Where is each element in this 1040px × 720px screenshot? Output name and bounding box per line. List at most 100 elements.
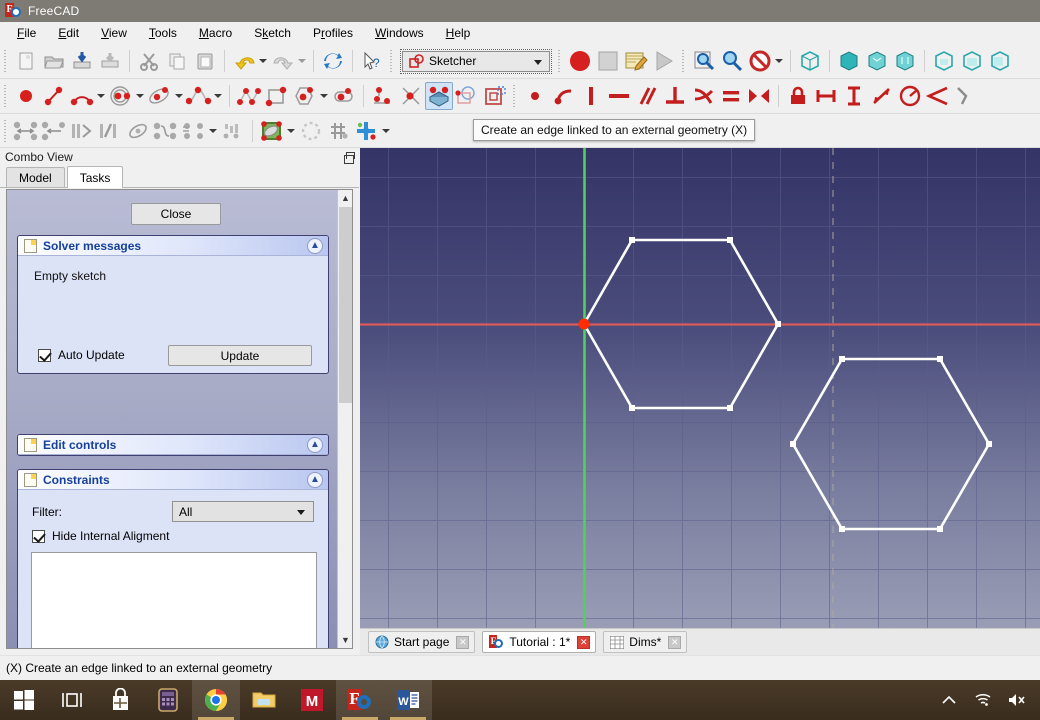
constrain-tangent-icon[interactable] xyxy=(689,82,717,110)
macro-edit-icon[interactable] xyxy=(622,47,650,75)
update-button[interactable]: Update xyxy=(168,345,312,366)
solver-messages-header[interactable]: Solver messages ▲ xyxy=(18,236,328,256)
toolbar-grip[interactable] xyxy=(388,50,395,72)
menu-edit[interactable]: Edit xyxy=(47,23,90,43)
right-view-icon[interactable] xyxy=(891,47,919,75)
viewport-canvas[interactable] xyxy=(360,148,1040,628)
mendeley-button[interactable]: M xyxy=(288,680,336,720)
word-button[interactable]: W xyxy=(384,680,432,720)
network-button[interactable] xyxy=(966,680,1000,720)
conic-dropdown-icon[interactable] xyxy=(174,82,185,110)
menu-tools[interactable]: Tools xyxy=(138,23,188,43)
constrain-coincident-icon[interactable] xyxy=(521,82,549,110)
undock-icon[interactable] xyxy=(342,152,353,163)
create-fillet-icon[interactable] xyxy=(369,82,397,110)
hide-internal-alignment-checkbox[interactable] xyxy=(32,530,45,543)
constrain-angle-icon[interactable] xyxy=(924,82,952,110)
bottom-view-icon[interactable] xyxy=(958,47,986,75)
redo-icon[interactable] xyxy=(269,47,297,75)
create-circle-icon[interactable] xyxy=(107,82,135,110)
constrain-point-on-object-icon[interactable] xyxy=(549,82,577,110)
select-redundant-constraints-icon[interactable] xyxy=(124,117,152,145)
toolbar-grip[interactable] xyxy=(556,50,563,72)
new-document-icon[interactable] xyxy=(12,47,40,75)
calculator-button[interactable] xyxy=(144,680,192,720)
menu-help[interactable]: Help xyxy=(435,23,482,43)
rendering-order-icon[interactable] xyxy=(325,117,353,145)
toolbar-grip[interactable] xyxy=(2,120,9,142)
constrain-equal-icon[interactable] xyxy=(717,82,745,110)
virtual-space-dropdown-icon[interactable] xyxy=(381,117,392,145)
select-horizontal-axis-icon[interactable] xyxy=(68,117,96,145)
menu-sketch[interactable]: Sketch xyxy=(243,23,302,43)
volume-button[interactable] xyxy=(1000,680,1034,720)
chevron-up-icon[interactable]: ▲ xyxy=(307,472,323,488)
tab-model[interactable]: Model xyxy=(6,167,65,187)
undo-icon[interactable] xyxy=(230,47,258,75)
undo-dropdown-icon[interactable] xyxy=(258,47,269,75)
show-hidden-icons-button[interactable] xyxy=(932,680,966,720)
virtual-space-icon[interactable] xyxy=(353,117,381,145)
create-rectangle-icon[interactable] xyxy=(263,82,291,110)
close-icon[interactable]: ✕ xyxy=(668,636,681,649)
select-vertical-axis-icon[interactable] xyxy=(96,117,124,145)
print-document-icon[interactable] xyxy=(96,47,124,75)
macro-record-icon[interactable] xyxy=(566,47,594,75)
close-icon[interactable]: ✕ xyxy=(456,636,469,649)
freecad-button[interactable]: F xyxy=(336,680,384,720)
create-conic-icon[interactable] xyxy=(146,82,174,110)
select-elements-with-constraints-icon[interactable] xyxy=(12,117,40,145)
constrain-snell-law-icon[interactable] xyxy=(952,82,980,110)
select-conflicting-constraints-icon[interactable] xyxy=(152,117,180,145)
toolbar-grip[interactable] xyxy=(2,85,9,107)
constrain-vertical-icon[interactable] xyxy=(577,82,605,110)
close-button[interactable]: Close xyxy=(131,203,221,225)
create-slot-icon[interactable] xyxy=(330,82,358,110)
constrain-symmetric-icon[interactable] xyxy=(745,82,773,110)
create-bspline-icon[interactable] xyxy=(185,82,213,110)
front-view-icon[interactable] xyxy=(835,47,863,75)
external-geometry-icon[interactable] xyxy=(425,82,453,110)
scroll-up-button[interactable]: ▲ xyxy=(338,190,353,206)
macro-stop-icon[interactable] xyxy=(594,47,622,75)
arc-dropdown-icon[interactable] xyxy=(96,82,107,110)
create-polyline-icon[interactable] xyxy=(235,82,263,110)
constrain-distance-icon[interactable] xyxy=(868,82,896,110)
draw-style-icon[interactable] xyxy=(746,47,774,75)
macro-execute-icon[interactable] xyxy=(650,47,678,75)
menu-file[interactable]: File xyxy=(6,23,47,43)
file-explorer-button[interactable] xyxy=(240,680,288,720)
top-view-icon[interactable] xyxy=(863,47,891,75)
microsoft-store-button[interactable] xyxy=(96,680,144,720)
constrain-radius-icon[interactable] xyxy=(896,82,924,110)
select-elements-associated-icon[interactable] xyxy=(180,117,208,145)
draw-style-dropdown-icon[interactable] xyxy=(774,47,785,75)
left-view-icon[interactable] xyxy=(986,47,1014,75)
select-dropdown-icon[interactable] xyxy=(208,117,219,145)
toggle-grid-icon[interactable] xyxy=(258,117,286,145)
menu-bar[interactable]: File Edit View Tools Macro Sketch Profil… xyxy=(0,22,1040,44)
constrain-parallel-icon[interactable] xyxy=(633,82,661,110)
paste-icon[interactable] xyxy=(191,47,219,75)
edit-controls-header[interactable]: Edit controls ▲ xyxy=(18,435,328,455)
chevron-up-icon[interactable]: ▲ xyxy=(307,437,323,453)
whats-this-icon[interactable]: ? xyxy=(358,47,386,75)
create-line-icon[interactable] xyxy=(40,82,68,110)
refresh-icon[interactable] xyxy=(319,47,347,75)
menu-profiles[interactable]: Profiles xyxy=(302,23,364,43)
constrain-block-icon[interactable] xyxy=(784,82,812,110)
scroll-down-button[interactable]: ▼ xyxy=(338,632,353,648)
filter-select[interactable]: All xyxy=(172,501,314,522)
create-point-icon[interactable] xyxy=(12,82,40,110)
3d-viewport[interactable] xyxy=(360,148,1040,628)
fit-all-icon[interactable] xyxy=(690,47,718,75)
auto-update-row[interactable]: Auto Update xyxy=(38,348,125,362)
hide-internal-alignment-row[interactable]: Hide Internal Aligment xyxy=(32,529,318,543)
grid-dropdown-icon[interactable] xyxy=(286,117,297,145)
document-tab-start-page[interactable]: Start page ✕ xyxy=(368,631,475,653)
start-button[interactable] xyxy=(0,680,48,720)
bspline-dropdown-icon[interactable] xyxy=(213,82,224,110)
auto-update-checkbox[interactable] xyxy=(38,349,51,362)
clone-geometry-icon[interactable] xyxy=(453,82,481,110)
open-document-icon[interactable] xyxy=(40,47,68,75)
